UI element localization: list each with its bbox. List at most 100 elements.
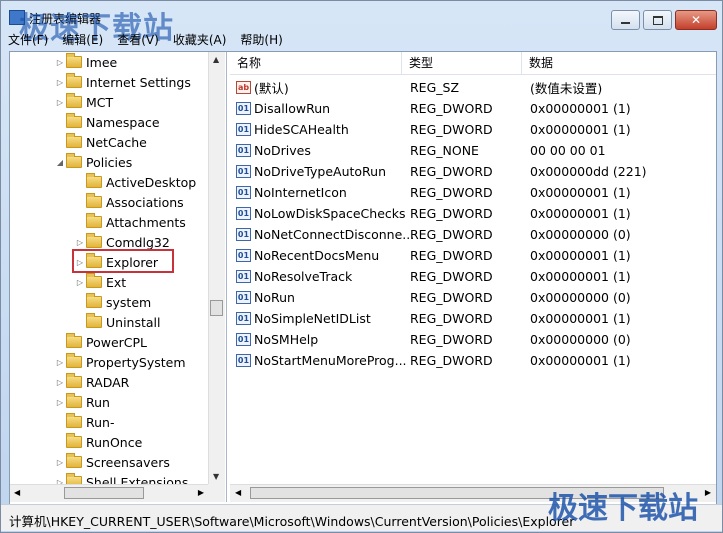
- tree-item[interactable]: Associations: [74, 192, 184, 212]
- tree-item[interactable]: ◢ Policies: [54, 152, 132, 172]
- tree-item[interactable]: ▷ MCT: [54, 92, 113, 112]
- menu-favorites[interactable]: 收藏夹(A): [166, 31, 234, 49]
- tree-vertical-scrollbar[interactable]: ▲ ▼: [208, 52, 225, 484]
- expand-arrow-icon[interactable]: ▷: [74, 238, 86, 247]
- folder-icon: [66, 433, 82, 448]
- expand-arrow-icon[interactable]: ▷: [54, 378, 66, 387]
- value-type: REG_DWORD: [410, 122, 493, 137]
- tree-item-label: Associations: [106, 194, 184, 210]
- menu-help[interactable]: 帮助(H): [233, 31, 289, 49]
- expand-arrow-icon[interactable]: ▷: [54, 458, 66, 467]
- expand-arrow-icon[interactable]: ▷: [74, 278, 86, 287]
- tree-item-label: Screensavers: [86, 454, 170, 470]
- tree-item[interactable]: ▷ PropertySystem: [54, 352, 186, 372]
- value-row[interactable]: 01 NoInternetIcon REG_DWORD 0x00000001 (1): [230, 182, 716, 203]
- scroll-up-icon[interactable]: ▲: [213, 55, 219, 64]
- column-header-name[interactable]: 名称: [230, 52, 402, 74]
- tree-item[interactable]: ▷ Run: [54, 392, 110, 412]
- close-button[interactable]: ✕: [675, 10, 717, 30]
- tree-item[interactable]: Run-: [54, 412, 114, 432]
- value-row[interactable]: 01 NoDriveTypeAutoRun REG_DWORD 0x000000dd …: [230, 161, 716, 182]
- selection-highlight: [72, 249, 174, 273]
- expand-arrow-icon[interactable]: ▷: [54, 358, 66, 367]
- value-data: (数值未设置): [530, 81, 603, 96]
- menu-file[interactable]: 文件(F): [1, 31, 55, 49]
- registry-tree: ▷ Imee ▷ Internet Settings ▷ MCT Namespace NetC…: [10, 52, 227, 502]
- tree-item[interactable]: ▷ Ext: [74, 272, 126, 292]
- expand-arrow-icon[interactable]: ▷: [54, 98, 66, 107]
- tree-item[interactable]: ▷ Internet Settings: [54, 72, 191, 92]
- value-row[interactable]: 01 NoLowDiskSpaceChecks REG_DWORD 0x0000000…: [230, 203, 716, 224]
- tree-item-label: system: [106, 294, 152, 310]
- menu-edit[interactable]: 编辑(E): [55, 31, 110, 49]
- minimize-button[interactable]: [611, 10, 640, 30]
- client-area: ▷ Imee ▷ Internet Settings ▷ MCT Namespace NetC…: [9, 51, 717, 505]
- value-name: NoDriveTypeAutoRun: [254, 164, 387, 179]
- value-row[interactable]: 01 NoResolveTrack REG_DWORD 0x00000001 (1): [230, 266, 716, 287]
- title-bar[interactable]: 注册表编辑器 极速下载站 ✕: [1, 1, 722, 46]
- tree-item-label: Run: [86, 394, 110, 410]
- tree-item[interactable]: ▷ RADAR: [54, 372, 129, 392]
- folder-icon: [86, 193, 102, 208]
- tree-item[interactable]: Attachments: [74, 212, 186, 232]
- tree-item-label: Run-: [86, 414, 115, 430]
- tree-item[interactable]: system: [74, 292, 151, 312]
- menu-view[interactable]: 查看(V): [110, 31, 166, 49]
- column-header-type[interactable]: 类型: [402, 52, 522, 74]
- folder-icon: [86, 233, 102, 248]
- string-value-icon: ab: [236, 81, 251, 94]
- maximize-button[interactable]: [643, 10, 672, 30]
- minimize-icon: [621, 22, 630, 24]
- folder-icon: [66, 153, 82, 168]
- tree-item-label: Attachments: [106, 214, 186, 230]
- value-row[interactable]: 01 NoDrives REG_NONE 00 00 00 01: [230, 140, 716, 161]
- expand-arrow-icon[interactable]: ▷: [54, 58, 66, 67]
- value-row[interactable]: 01 HideSCAHealth REG_DWORD 0x00000001 (1): [230, 119, 716, 140]
- folder-icon: [66, 393, 82, 408]
- value-row[interactable]: 01 NoRun REG_DWORD 0x00000000 (0): [230, 287, 716, 308]
- binary-value-icon: 01: [236, 228, 251, 241]
- folder-icon: [66, 353, 82, 368]
- tree-item[interactable]: RunOnce: [54, 432, 142, 452]
- scroll-right-icon[interactable]: ▶: [705, 488, 711, 497]
- scroll-right-icon[interactable]: ▶: [198, 488, 204, 497]
- column-header-data[interactable]: 数据: [522, 52, 716, 74]
- tree-item[interactable]: ▷ Imee: [54, 52, 117, 72]
- scroll-down-icon[interactable]: ▼: [213, 472, 219, 481]
- tree-scroll-thumb[interactable]: [210, 300, 223, 316]
- folder-icon: [86, 173, 102, 188]
- tree-item-label: NetCache: [86, 134, 147, 150]
- expand-arrow-icon[interactable]: ▷: [54, 398, 66, 407]
- scroll-left-icon[interactable]: ◀: [14, 488, 20, 497]
- tree-item[interactable]: Namespace: [54, 112, 160, 132]
- folder-icon: [66, 133, 82, 148]
- value-row[interactable]: 01 NoRecentDocsMenu REG_DWORD 0x00000001 (1…: [230, 245, 716, 266]
- value-row[interactable]: 01 DisallowRun REG_DWORD 0x00000001 (1): [230, 98, 716, 119]
- tree-item[interactable]: ▷ Screensavers: [54, 452, 170, 472]
- tree-item[interactable]: PowerCPL: [54, 332, 147, 352]
- value-type: REG_DWORD: [410, 290, 493, 305]
- collapse-arrow-icon[interactable]: ◢: [54, 158, 66, 167]
- value-row[interactable]: 01 NoSimpleNetIDList REG_DWORD 0x00000001 (…: [230, 308, 716, 329]
- value-data: 0x00000001 (1): [530, 122, 631, 137]
- scroll-left-icon[interactable]: ◀: [235, 488, 241, 497]
- binary-value-icon: 01: [236, 333, 251, 346]
- value-row[interactable]: 01 NoSMHelp REG_DWORD 0x00000000 (0): [230, 329, 716, 350]
- value-type: REG_DWORD: [410, 185, 493, 200]
- value-row[interactable]: 01 NoStartMenuMoreProg... REG_DWORD 0x00000…: [230, 350, 716, 371]
- value-name: NoLowDiskSpaceChecks: [254, 206, 406, 221]
- value-row[interactable]: ab (默认) REG_SZ (数值未设置): [230, 77, 716, 98]
- tree-hscroll-thumb[interactable]: [64, 487, 144, 499]
- expand-arrow-icon[interactable]: ▷: [54, 78, 66, 87]
- tree-item[interactable]: NetCache: [54, 132, 147, 152]
- value-row[interactable]: 01 NoNetConnectDisconne... REG_DWORD 0x0000…: [230, 224, 716, 245]
- value-name: (默认): [254, 81, 289, 96]
- tree-item[interactable]: Uninstall: [74, 312, 161, 332]
- tree-item[interactable]: ActiveDesktop: [74, 172, 196, 192]
- value-type: REG_DWORD: [410, 332, 493, 347]
- folder-icon: [86, 213, 102, 228]
- tree-item-label: ActiveDesktop: [106, 174, 197, 190]
- binary-value-icon: 01: [236, 291, 251, 304]
- tree-horizontal-scrollbar[interactable]: ◀ ▶: [10, 484, 208, 502]
- folder-icon: [66, 73, 82, 88]
